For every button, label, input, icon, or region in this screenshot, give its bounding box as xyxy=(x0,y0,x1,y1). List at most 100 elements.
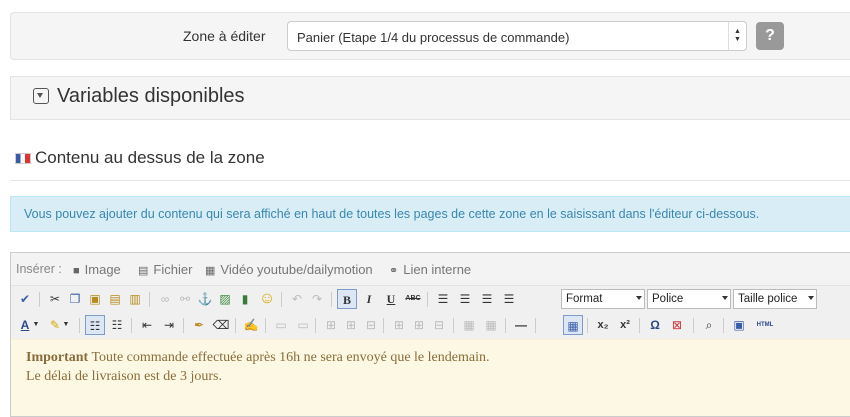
insert-bar: Insérer : ■ Image ▤ Fichier ▦ Vidéo youtube… xyxy=(11,253,850,286)
divider xyxy=(10,180,850,181)
rich-text-editor: Insérer : ■ Image ▤ Fichier ▦ Vidéo youtube… xyxy=(10,252,850,417)
table-icon[interactable]: ▦ xyxy=(563,315,583,335)
subscript-button[interactable]: x₂ xyxy=(593,315,613,335)
help-button[interactable]: ? xyxy=(756,22,784,50)
info-text: Vous pouvez ajouter du contenu qui sera … xyxy=(24,207,760,221)
image-icon[interactable]: ▨ xyxy=(215,289,235,309)
chevron-down-icon[interactable]: ▼ xyxy=(61,315,71,335)
dropdown-arrow-icon xyxy=(636,296,642,300)
camera-icon: ■ xyxy=(73,265,80,277)
toolbar-separator xyxy=(639,318,640,333)
col-delete-icon[interactable]: ⊟ xyxy=(429,315,449,335)
cut-icon[interactable]: ✂ xyxy=(45,289,65,309)
outdent-icon[interactable]: ⇤ xyxy=(137,315,157,335)
link-icon: ⚭ xyxy=(389,265,399,277)
col-insert-icon[interactable]: ⊞ xyxy=(389,315,409,335)
toolbar-separator xyxy=(587,318,588,333)
variables-panel-header[interactable]: Variables disponibles xyxy=(10,76,850,120)
paste-word-icon[interactable]: ▥ xyxy=(125,289,145,309)
align-left-icon[interactable]: ☰ xyxy=(433,289,453,309)
clean-format-icon[interactable]: ✒ xyxy=(189,315,209,335)
toolbar-separator xyxy=(131,318,132,333)
toolbar-separator xyxy=(39,292,40,307)
align-justify-icon[interactable]: ☰ xyxy=(499,289,519,309)
spellcheck-icon[interactable]: ✔ xyxy=(15,289,35,309)
toolbar-separator xyxy=(281,292,282,307)
zone-label: Zone à éditer xyxy=(183,28,266,44)
table-cell-icon[interactable]: ▭ xyxy=(293,315,313,335)
anchor-icon[interactable]: ⚓ xyxy=(195,289,215,309)
format-dropdown[interactable]: Format xyxy=(561,289,645,309)
toolbar-separator xyxy=(693,318,694,333)
row-delete-icon[interactable]: ⊟ xyxy=(361,315,381,335)
chevron-down-icon[interactable]: ▼ xyxy=(31,315,41,335)
table-row-icon[interactable]: ▭ xyxy=(271,315,291,335)
content-line2: Le délai de livraison est de 3 jours. xyxy=(26,369,222,384)
toolbar-row-1: ✔ ✂ ❐ ▣ ▤ ▥ ∞ ⚯ ⚓ ▨ ▮ ☺ ↶ ↷ B I U ABC ☰ … xyxy=(15,289,845,311)
preview-icon[interactable]: ⌕ xyxy=(699,315,719,335)
no-format-icon[interactable]: ⊠ xyxy=(667,315,687,335)
row-after-icon[interactable]: ⊞ xyxy=(341,315,361,335)
underline-button[interactable]: U xyxy=(381,289,401,309)
editor-content[interactable]: Important Toute commande effectuée après… xyxy=(11,339,850,416)
row-insert-icon[interactable]: ⊞ xyxy=(321,315,341,335)
content-strong: Important xyxy=(26,350,89,365)
toolbar-separator xyxy=(265,318,266,333)
copy-icon[interactable]: ❐ xyxy=(65,289,85,309)
toolbar-separator xyxy=(383,318,384,333)
info-alert: Vous pouvez ajouter du contenu qui sera … xyxy=(10,196,850,232)
select-arrows-icon: ▲ ▼ xyxy=(728,22,746,50)
section-title: Contenu au dessus de la zone xyxy=(15,148,265,168)
content-line1: Toute commande effectuée après 16h ne se… xyxy=(88,350,490,365)
toolbar-separator xyxy=(427,292,428,307)
zone-select-value: Panier (Etape 1/4 du processus de comman… xyxy=(297,30,570,45)
zone-select[interactable]: Panier (Etape 1/4 du processus de comman… xyxy=(287,21,747,51)
font-size-dropdown[interactable]: Taille police xyxy=(733,289,817,309)
fullscreen-icon[interactable]: ▣ xyxy=(729,315,749,335)
paste-text-icon[interactable]: ▤ xyxy=(105,289,125,309)
film-icon: ▦ xyxy=(205,265,216,277)
section-title-text: Contenu au dessus de la zone xyxy=(35,148,265,167)
toolbar-separator xyxy=(149,292,150,307)
toolbar-row-2: A ▼ ✎ ▼ ☷ ☷ ⇤ ⇥ ✒ ⌫ ✍ ▭ ▭ ⊞ ⊞ ⊟ ⊞ ⊞ ⊟ ▦ … xyxy=(15,315,845,337)
toolbar-separator xyxy=(235,318,236,333)
link-icon[interactable]: ∞ xyxy=(155,289,175,309)
undo-icon[interactable]: ↶ xyxy=(287,289,307,309)
html-source-button[interactable]: HTML xyxy=(753,315,777,335)
merge-cells-icon[interactable]: ▦ xyxy=(459,315,479,335)
align-right-icon[interactable]: ☰ xyxy=(477,289,497,309)
align-center-icon[interactable]: ☰ xyxy=(455,289,475,309)
insert-label: Insérer : xyxy=(16,262,62,276)
paste-icon[interactable]: ▣ xyxy=(85,289,105,309)
chevron-down-box-icon xyxy=(33,88,49,104)
italic-button[interactable]: I xyxy=(359,289,379,309)
insert-video-button[interactable]: ▦ Vidéo youtube/dailymotion xyxy=(205,262,373,277)
insert-file-button[interactable]: ▤ Fichier xyxy=(138,262,192,277)
eraser-icon[interactable]: ⌫ xyxy=(211,315,231,335)
redo-icon[interactable]: ↷ xyxy=(307,289,327,309)
edit-box-icon[interactable]: ✍ xyxy=(241,315,261,335)
french-flag-icon xyxy=(15,153,31,164)
insert-internal-link-button[interactable]: ⚭ Lien interne xyxy=(389,262,471,277)
col-after-icon[interactable]: ⊞ xyxy=(409,315,429,335)
strikethrough-button[interactable]: ABC xyxy=(403,289,423,309)
split-cells-icon[interactable]: ▦ xyxy=(481,315,501,335)
font-dropdown[interactable]: Police xyxy=(647,289,731,309)
numbered-list-icon[interactable]: ☷ xyxy=(107,315,127,335)
horizontal-rule-icon[interactable]: — xyxy=(511,315,531,335)
unlink-icon[interactable]: ⚯ xyxy=(175,289,195,309)
dropdown-arrow-icon xyxy=(722,296,728,300)
bold-button[interactable]: B xyxy=(337,289,357,309)
indent-icon[interactable]: ⇥ xyxy=(159,315,179,335)
toolbar-separator xyxy=(535,318,536,333)
superscript-button[interactable]: x² xyxy=(615,315,635,335)
film-icon[interactable]: ▮ xyxy=(235,289,255,309)
special-char-button[interactable]: Ω xyxy=(645,315,665,335)
toolbar-separator xyxy=(315,318,316,333)
toolbar-separator xyxy=(453,318,454,333)
smiley-icon[interactable]: ☺ xyxy=(257,289,277,309)
file-icon: ▤ xyxy=(138,265,149,277)
toolbar-separator xyxy=(183,318,184,333)
insert-image-button[interactable]: ■ Image xyxy=(73,262,121,277)
bullet-list-icon[interactable]: ☷ xyxy=(85,315,105,335)
